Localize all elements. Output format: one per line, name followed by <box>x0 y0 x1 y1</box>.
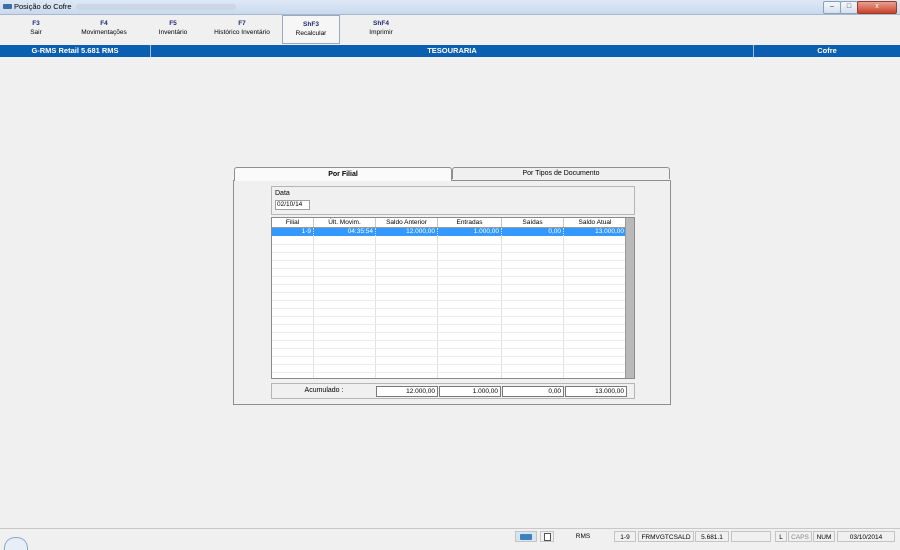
window-title: Posição do Cofre <box>14 2 236 11</box>
vertical-scrollbar[interactable] <box>625 218 634 378</box>
total-current-balance: 13.000,00 <box>565 386 627 397</box>
grid-line <box>272 364 626 365</box>
status-empty <box>731 531 771 542</box>
shf3-recalculate-button[interactable]: ShF3 Recalcular <box>282 15 340 44</box>
fkey-label: Recalcular <box>295 30 327 37</box>
grid-line <box>272 372 626 373</box>
grid-line <box>272 268 626 269</box>
cell-entries: 1.000,00 <box>438 228 502 236</box>
system-version: G-RMS Retail 5.681 RMS <box>31 46 119 55</box>
total-exits: 0,00 <box>502 386 564 397</box>
cell-last-movement: 04:35:54 <box>314 228 376 236</box>
fkey-label: Imprimir <box>369 29 393 36</box>
total-entries: 1.000,00 <box>439 386 501 397</box>
balance-grid: Filial Últ. Movim. Saldo Anterior Entrad… <box>271 217 635 379</box>
status-lock: L <box>775 531 787 542</box>
tab-label: Por Filial <box>328 171 358 178</box>
status-caps: CAPS <box>788 531 812 542</box>
status-form-name: FRMVGTCSALD <box>638 531 694 542</box>
safe-position-panel: Por Filial Por Tipos de Documento Data 0… <box>233 167 671 405</box>
table-row[interactable]: 1-9 04:35:54 12.000,00 1.000,00 0,00 13.… <box>272 228 626 236</box>
cell-current-balance: 13.000,00 <box>595 228 624 235</box>
app-icon <box>3 4 12 9</box>
status-num: NUM <box>813 531 835 542</box>
accumulated-label: Acumulado : <box>304 387 344 394</box>
grid-line <box>272 308 626 309</box>
grid-line <box>272 332 626 333</box>
status-system: RMS <box>575 533 591 540</box>
status-branch: 1-9 <box>614 531 636 542</box>
function-key-toolbar: F3 Sair F4 Movimentações F5 Inventário F… <box>0 15 900 45</box>
grid-line <box>272 276 626 277</box>
tab-por-filial[interactable]: Por Filial <box>234 167 452 181</box>
grid-line <box>272 348 626 349</box>
status-date: 03/10/2014 <box>837 531 895 542</box>
fkey-code: F3 <box>32 20 40 27</box>
column-header-entries[interactable]: Entradas <box>438 218 502 227</box>
fkey-code: F7 <box>238 20 246 27</box>
fkey-label: Inventário <box>158 29 188 36</box>
grid-line <box>272 284 626 285</box>
date-filter-group: Data 02/10/14 <box>271 186 635 215</box>
clipboard-icon <box>544 533 551 541</box>
tab-por-tipos-documento[interactable]: Por Tipos de Documento <box>452 167 670 179</box>
document-icon[interactable] <box>540 531 554 542</box>
module-header: G-RMS Retail 5.681 RMS TESOURARIA Cofre <box>0 45 900 57</box>
window-title-bar: Posição do Cofre – □ x <box>0 0 900 15</box>
tab-label: Por Tipos de Documento <box>522 170 600 177</box>
fkey-code: F4 <box>100 20 108 27</box>
grid-line <box>272 244 626 245</box>
date-label: Data <box>275 190 290 197</box>
grid-line <box>272 324 626 325</box>
grid-line <box>272 356 626 357</box>
grid-line <box>272 300 626 301</box>
total-previous-balance: 12.000,00 <box>376 386 438 397</box>
close-button[interactable]: x <box>857 1 897 14</box>
column-header-filial[interactable]: Filial <box>272 218 314 227</box>
cell-exits: 0,00 <box>502 228 564 236</box>
f7-inventory-history-button[interactable]: F7 Histórico Inventário <box>206 15 278 44</box>
status-version: 5.681.1 <box>695 531 729 542</box>
fkey-code: F5 <box>169 20 177 27</box>
network-icon[interactable] <box>515 531 537 542</box>
grid-line <box>272 252 626 253</box>
minimize-button[interactable]: – <box>823 1 841 14</box>
fkey-code: ShF4 <box>373 20 389 27</box>
monitor-icon <box>520 534 532 540</box>
cell-previous-balance: 12.000,00 <box>376 228 438 236</box>
column-header-exits[interactable]: Saídas <box>502 218 564 227</box>
fkey-label: Movimentações <box>81 29 127 36</box>
grid-line <box>272 316 626 317</box>
column-header-previous-balance[interactable]: Saldo Anterior <box>376 218 438 227</box>
cell-filial: 1-9 <box>272 228 314 236</box>
shf4-print-button[interactable]: ShF4 Imprimir <box>356 15 406 44</box>
fkey-label: Sair <box>30 29 42 36</box>
f5-inventory-button[interactable]: F5 Inventário <box>150 15 196 44</box>
f3-exit-button[interactable]: F3 Sair <box>16 15 56 44</box>
maximize-button[interactable]: □ <box>840 1 858 14</box>
grid-line <box>272 292 626 293</box>
blurred-title-path <box>75 4 236 11</box>
fkey-label: Histórico Inventário <box>214 29 270 36</box>
tab-content: Data 02/10/14 Filial Últ. Movim. Saldo A… <box>233 180 671 405</box>
column-header-last-movement[interactable]: Últ. Movim. <box>314 218 376 227</box>
status-bar: RMS 1-9 FRMVGTCSALD 5.681.1 L CAPS NUM 0… <box>0 528 900 550</box>
totals-bar: Acumulado : 12.000,00 1.000,00 0,00 13.0… <box>271 383 635 399</box>
date-input[interactable]: 02/10/14 <box>275 200 310 210</box>
grid-line <box>272 260 626 261</box>
grid-line <box>272 340 626 341</box>
screen-title: Cofre <box>817 46 837 55</box>
fkey-code: ShF3 <box>303 21 319 28</box>
f4-movements-button[interactable]: F4 Movimentações <box>72 15 136 44</box>
column-header-current-balance[interactable]: Saldo Atual <box>564 218 626 227</box>
globe-icon <box>4 537 28 550</box>
grid-header: Filial Últ. Movim. Saldo Anterior Entrad… <box>272 218 626 228</box>
module-title: TESOURARIA <box>427 46 477 55</box>
